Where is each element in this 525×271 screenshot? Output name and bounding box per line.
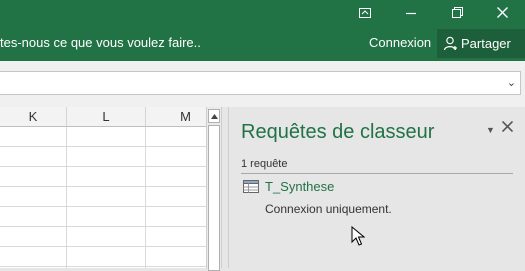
restore-icon bbox=[451, 7, 463, 18]
row-divider bbox=[0, 266, 208, 267]
minimize-button[interactable] bbox=[393, 0, 429, 25]
vertical-scrollbar[interactable] bbox=[206, 107, 222, 271]
person-icon bbox=[443, 36, 458, 51]
worksheet-grid[interactable]: K L M bbox=[0, 107, 208, 268]
close-icon bbox=[501, 120, 514, 133]
ribbon-display-options-icon bbox=[359, 7, 371, 18]
share-button[interactable]: Partager bbox=[437, 29, 525, 58]
scroll-thumb[interactable] bbox=[208, 125, 220, 271]
column-header-k[interactable]: K bbox=[0, 107, 67, 127]
column-header-m[interactable]: M bbox=[146, 107, 208, 127]
close-window-button[interactable] bbox=[484, 0, 520, 25]
table-icon bbox=[243, 180, 259, 193]
tell-me-search[interactable]: tes-nous ce que vous voulez faire.. bbox=[0, 35, 201, 50]
queries-pane: Requêtes de classeur ▼ 1 requête T_Synth… bbox=[228, 107, 525, 268]
ribbon-bar: tes-nous ce que vous voulez faire.. Conn… bbox=[0, 25, 525, 61]
restore-button[interactable] bbox=[439, 0, 475, 25]
expand-formula-icon[interactable]: ⌄ bbox=[507, 76, 516, 89]
formula-input[interactable]: ⌄ bbox=[0, 71, 521, 95]
share-label: Partager bbox=[461, 36, 511, 51]
formula-bar-area: ⌄ bbox=[0, 61, 525, 107]
pane-close-button[interactable] bbox=[501, 119, 514, 137]
mouse-pointer-icon bbox=[351, 226, 365, 246]
pane-options-dropdown[interactable]: ▼ bbox=[486, 125, 495, 135]
query-item[interactable]: T_Synthese bbox=[243, 177, 363, 197]
query-name[interactable]: T_Synthese bbox=[265, 179, 334, 194]
pane-title: Requêtes de classeur bbox=[241, 121, 435, 143]
row-divider bbox=[0, 246, 208, 247]
row-divider bbox=[0, 186, 208, 187]
minimize-icon bbox=[406, 12, 416, 14]
signin-link[interactable]: Connexion bbox=[369, 35, 431, 50]
title-bar bbox=[0, 0, 525, 25]
pane-divider bbox=[241, 173, 513, 174]
ribbon-display-options-button[interactable] bbox=[347, 0, 383, 25]
row-divider bbox=[0, 226, 208, 227]
close-icon bbox=[496, 7, 508, 18]
query-count: 1 requête bbox=[241, 158, 288, 170]
scroll-up-button[interactable] bbox=[208, 109, 220, 123]
row-divider bbox=[0, 206, 208, 207]
row-divider bbox=[0, 146, 208, 147]
row-divider bbox=[0, 166, 208, 167]
column-header-l[interactable]: L bbox=[67, 107, 146, 127]
arrow-up-icon bbox=[210, 113, 218, 119]
query-status: Connexion uniquement. bbox=[265, 202, 392, 216]
